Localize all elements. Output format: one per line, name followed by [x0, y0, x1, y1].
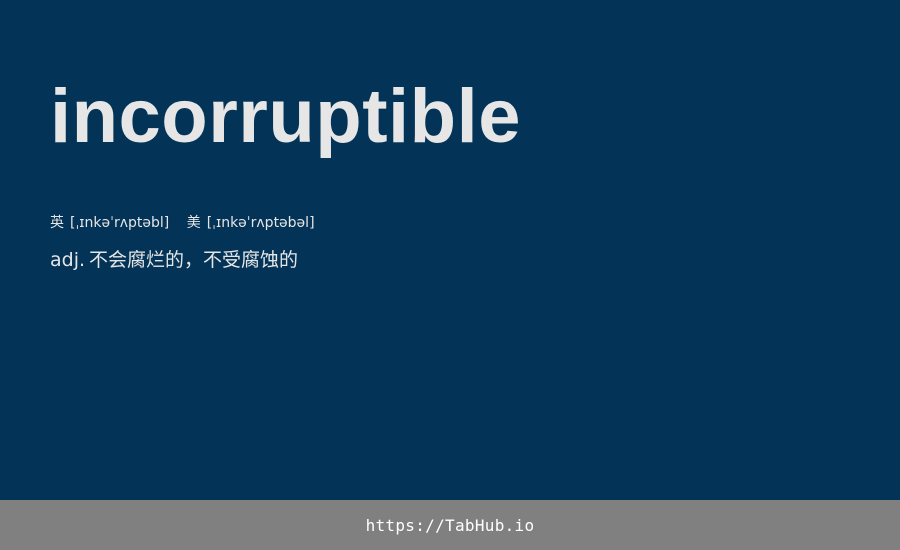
pronunciation-row: 英 [ˌɪnkəˈrʌptəbl] 美 [ˌɪnkəˈrʌptəbəl]: [50, 213, 315, 233]
uk-label: 英: [50, 215, 64, 231]
us-label: 美: [186, 215, 201, 231]
footer-bar: https://TabHub.io: [0, 500, 900, 550]
us-ipa: [ˌɪnkəˈrʌptəbəl]: [206, 215, 315, 231]
tabhub-link[interactable]: https://TabHub.io: [366, 516, 535, 535]
uk-ipa: [ˌɪnkəˈrʌptəbl]: [70, 215, 170, 231]
definition: adj. 不会腐烂的，不受腐蚀的: [50, 246, 298, 274]
word-card: incorruptible 英 [ˌɪnkəˈrʌptəbl] 美 [ˌɪnkəˈr…: [0, 0, 900, 500]
definition-text: 不会腐烂的，不受腐蚀的: [89, 249, 299, 271]
headword: incorruptible: [50, 74, 521, 159]
us-pronunciation: 美 [ˌɪnkəˈrʌptəbəl]: [187, 215, 315, 231]
uk-pronunciation: 英 [ˌɪnkəˈrʌptəbl]: [50, 215, 174, 231]
part-of-speech: adj.: [50, 249, 86, 271]
